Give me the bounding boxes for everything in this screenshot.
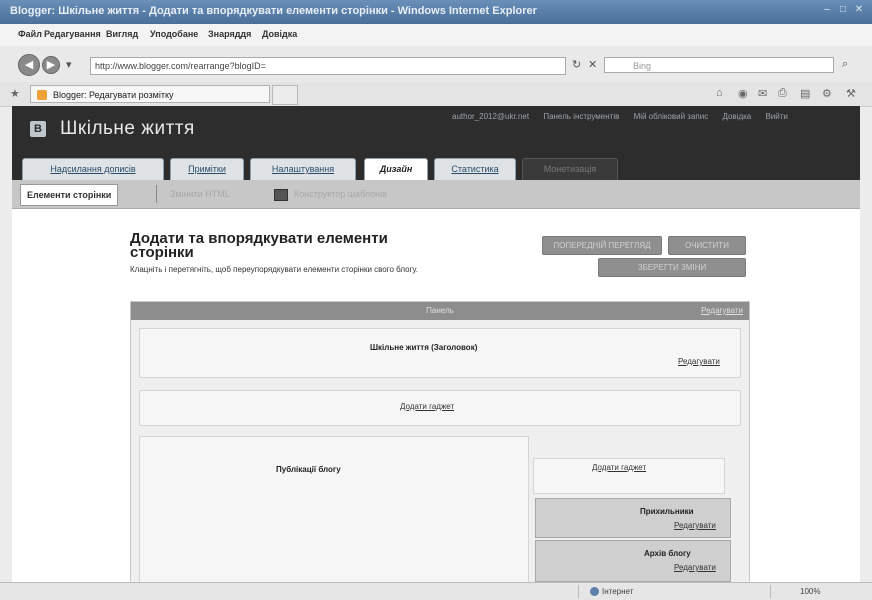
navbar-section: Панель Редагувати bbox=[131, 302, 749, 320]
globe-icon bbox=[590, 587, 599, 597]
subtab-edit-html[interactable]: Змінити HTML bbox=[164, 184, 236, 204]
menu-help[interactable]: Довідка bbox=[262, 29, 297, 39]
save-changes-button[interactable]: ЗБЕРЕГТИ ЗМІНИ bbox=[598, 258, 746, 277]
account-email: author_2012@ukr.net bbox=[452, 112, 530, 121]
followers-edit-link[interactable]: Редагувати bbox=[674, 521, 716, 530]
address-input[interactable]: http://www.blogger.com/rearrange?blogID= bbox=[90, 57, 566, 75]
page-description: Клацніть і перетягніть, щоб переупорядку… bbox=[130, 265, 418, 274]
add-gadget-area-top: Додати гаджет bbox=[139, 390, 741, 426]
archive-edit-link[interactable]: Редагувати bbox=[674, 563, 716, 572]
print-icon[interactable]: ⎙ bbox=[778, 87, 787, 100]
search-icon[interactable]: ⌕ bbox=[842, 58, 848, 71]
subtab-template-designer-label: Конструктор шаблонів bbox=[294, 189, 387, 199]
blogger-header: B Шкільне життя author_2012@ukr.net Пане… bbox=[12, 106, 860, 180]
sign-out-link[interactable]: Вийти bbox=[765, 112, 787, 121]
tools-menu-icon[interactable]: ⚒ bbox=[846, 87, 856, 100]
zoom-level[interactable]: 100% bbox=[800, 583, 820, 600]
my-account-link[interactable]: Мій обліковий запис bbox=[634, 112, 709, 121]
followers-gadget[interactable]: Прихильники Редагувати bbox=[535, 498, 731, 538]
close-icon[interactable]: ✕ bbox=[854, 5, 864, 15]
subtab-template-designer[interactable]: Конструктор шаблонів bbox=[268, 184, 393, 204]
safety-menu-icon[interactable]: ⚙ bbox=[822, 87, 832, 100]
menu-tools[interactable]: Знаряддя bbox=[208, 29, 251, 39]
window-title: Blogger: Шкільне життя - Додати та впоря… bbox=[10, 5, 537, 17]
account-links: author_2012@ukr.net Панель інструментів … bbox=[452, 112, 800, 121]
tab-comments[interactable]: Примітки bbox=[170, 158, 244, 180]
blog-title: Шкільне життя bbox=[60, 118, 195, 139]
tab-monetize[interactable]: Монетизація bbox=[522, 158, 618, 180]
address-toolbar: ◀ ▶ ▾ http://www.blogger.com/rearrange?b… bbox=[0, 46, 872, 82]
refresh-icon[interactable]: ↻ bbox=[572, 58, 581, 71]
tab-posting[interactable]: Надсилання дописів bbox=[22, 158, 164, 180]
page-title: Додати та впорядкувати елементи сторінки bbox=[130, 230, 388, 261]
design-subnav: Елементи сторінки Змінити HTML Конструкт… bbox=[12, 180, 860, 209]
page-menu-icon[interactable]: ▤ bbox=[800, 87, 810, 100]
menu-file[interactable]: Файл bbox=[18, 29, 42, 39]
title-bar: Blogger: Шкільне життя - Додати та впоря… bbox=[0, 0, 872, 24]
blogger-favicon-icon bbox=[37, 90, 47, 100]
browser-tab-row: ★ Blogger: Редагувати розмітку ⌂ ◉ ✉ ⎙ ▤… bbox=[0, 82, 872, 107]
blogger-logo-icon: B bbox=[30, 121, 46, 137]
layout-editor: Панель Редагувати Шкільне життя (Заголов… bbox=[130, 301, 750, 582]
menu-view[interactable]: Вигляд bbox=[106, 29, 138, 39]
header-gadget-label: Шкільне життя (Заголовок) bbox=[370, 343, 478, 352]
page-viewport: B Шкільне життя author_2012@ukr.net Пане… bbox=[12, 106, 860, 582]
forward-icon[interactable]: ▶ bbox=[42, 56, 60, 74]
tab-settings[interactable]: Налаштування bbox=[250, 158, 356, 180]
subnav-divider bbox=[156, 185, 157, 203]
browser-window: Blogger: Шкільне життя - Додати та впоря… bbox=[0, 0, 872, 600]
menu-favorites[interactable]: Уподобане bbox=[150, 29, 198, 39]
status-bar: Інтернет 100% bbox=[0, 582, 872, 600]
stop-icon[interactable]: ✕ bbox=[588, 58, 597, 71]
navbar-title: Панель bbox=[426, 306, 454, 315]
status-divider bbox=[770, 585, 771, 598]
dashboard-link[interactable]: Панель інструментів bbox=[543, 112, 619, 121]
main-column: Публікації блогу bbox=[139, 436, 529, 582]
header-edit-link[interactable]: Редагувати bbox=[678, 357, 720, 366]
preview-button[interactable]: ПОПЕРЕДНІЙ ПЕРЕГЛЯД bbox=[542, 236, 662, 255]
archive-label: Архів блогу bbox=[644, 549, 691, 558]
blog-posts-label: Публікації блогу bbox=[276, 465, 341, 474]
subtab-page-elements[interactable]: Елементи сторінки bbox=[20, 184, 119, 206]
menu-edit[interactable]: Редагування bbox=[44, 29, 101, 39]
add-gadget-link-sidebar[interactable]: Додати гаджет bbox=[592, 463, 646, 472]
chevron-down-icon[interactable]: ▾ bbox=[66, 58, 72, 71]
navbar-edit-link[interactable]: Редагувати bbox=[701, 302, 743, 320]
archive-gadget[interactable]: Архів блогу Редагувати bbox=[535, 540, 731, 582]
search-input[interactable]: Bing bbox=[604, 57, 834, 73]
header-gadget[interactable]: Шкільне життя (Заголовок) Редагувати bbox=[139, 328, 741, 378]
maximize-icon[interactable]: □ bbox=[838, 5, 848, 15]
security-zone-label: Інтернет bbox=[602, 587, 634, 596]
help-link[interactable]: Довідка bbox=[722, 112, 751, 121]
tab-stats[interactable]: Статистика bbox=[434, 158, 516, 180]
template-designer-icon bbox=[274, 188, 288, 201]
clear-button[interactable]: ОЧИСТИТИ bbox=[668, 236, 746, 255]
add-gadget-area-sidebar: Додати гаджет bbox=[533, 458, 725, 494]
feeds-icon[interactable]: ◉ bbox=[738, 87, 748, 100]
favorites-star-icon[interactable]: ★ bbox=[10, 87, 20, 100]
minimize-icon[interactable]: – bbox=[822, 5, 832, 15]
menu-bar: Файл Редагування Вигляд Уподобане Знаряд… bbox=[0, 24, 872, 46]
back-icon[interactable]: ◀ bbox=[18, 54, 40, 76]
browser-tab[interactable]: Blogger: Редагувати розмітку bbox=[30, 85, 270, 103]
status-divider bbox=[578, 585, 579, 598]
tab-design[interactable]: Дизайн bbox=[364, 158, 428, 180]
new-tab-button[interactable] bbox=[272, 85, 298, 105]
home-icon[interactable]: ⌂ bbox=[716, 87, 723, 99]
add-gadget-link-top[interactable]: Додати гаджет bbox=[400, 402, 454, 411]
browser-tab-label: Blogger: Редагувати розмітку bbox=[53, 90, 174, 100]
security-zone[interactable]: Інтернет bbox=[590, 583, 633, 600]
followers-label: Прихильники bbox=[640, 507, 694, 516]
mail-icon[interactable]: ✉ bbox=[758, 87, 767, 100]
